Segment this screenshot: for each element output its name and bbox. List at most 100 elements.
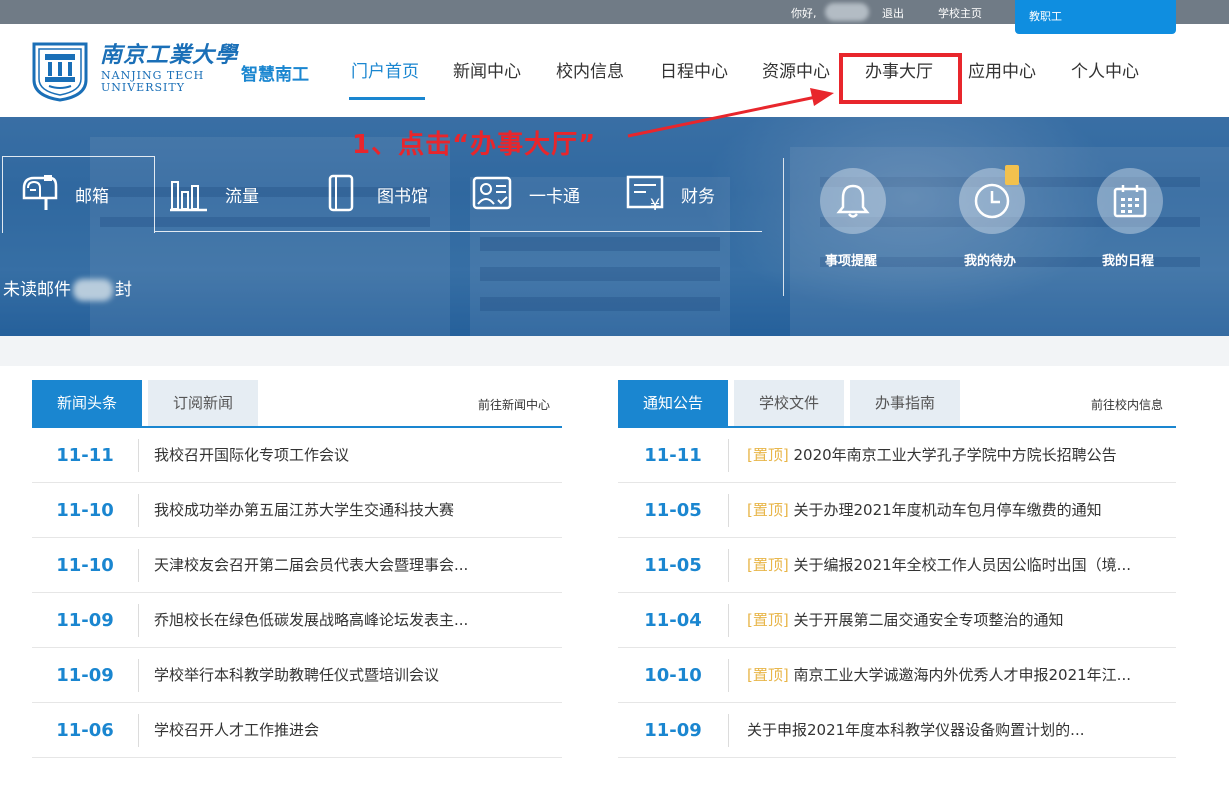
blurred-username bbox=[825, 3, 869, 21]
notice-row[interactable]: 11-05 [置顶] 关于办理2021年度机动车包月停车缴费的通知 bbox=[618, 483, 1176, 538]
logo-chinese-name[interactable]: 南京工業大學 bbox=[100, 37, 238, 69]
my-schedule-button[interactable] bbox=[1097, 168, 1163, 234]
banner bbox=[0, 117, 1229, 336]
news-date: 11-06 bbox=[56, 720, 114, 741]
blurred-mail-count bbox=[73, 279, 113, 301]
quick-traffic[interactable]: 流量 bbox=[167, 172, 277, 212]
nav-schedule-center[interactable]: 日程中心 bbox=[660, 57, 728, 101]
quick-campus-card-label: 一卡通 bbox=[529, 187, 580, 207]
school-home-link[interactable]: 学校主页 bbox=[938, 5, 982, 21]
notice-title[interactable]: [置顶] 2020年南京工业大学孔子学院中方院长招聘公告 bbox=[747, 428, 1172, 483]
reminders-label: 事项提醒 bbox=[825, 254, 878, 269]
news-date: 11-10 bbox=[56, 500, 114, 521]
bell-icon bbox=[836, 184, 870, 218]
notice-row[interactable]: 11-04 [置顶] 关于开展第二届交通安全专项整治的通知 bbox=[618, 593, 1176, 648]
go-campus-info-link[interactable]: 前往校内信息 bbox=[1091, 396, 1163, 413]
nav-campus-info[interactable]: 校内信息 bbox=[556, 57, 624, 101]
news-title[interactable]: 学校举行本科教学助教聘任仪式暨培训会议 bbox=[154, 648, 554, 703]
news-row[interactable]: 11-09 学校举行本科教学助教聘任仪式暨培训会议 bbox=[32, 648, 562, 703]
notice-title[interactable]: [置顶] 关于办理2021年度机动车包月停车缴费的通知 bbox=[747, 483, 1172, 538]
svg-text:¥: ¥ bbox=[650, 195, 660, 214]
my-todo-label: 我的待办 bbox=[964, 254, 1017, 269]
quick-campus-card[interactable]: 一卡通 bbox=[472, 172, 592, 212]
notice-title[interactable]: 关于申报2021年度本科教学仪器设备购置计划的... bbox=[747, 703, 1172, 758]
nav-personal-center[interactable]: 个人中心 bbox=[1071, 57, 1139, 101]
reminders-button[interactable] bbox=[820, 168, 886, 234]
my-schedule-label: 我的日程 bbox=[1102, 254, 1155, 269]
quick-library-label: 图书馆 bbox=[377, 187, 428, 207]
mailbox-icon bbox=[22, 175, 58, 210]
notice-row[interactable]: 10-10 [置顶] 南京工业大学诚邀海内外优秀人才申报2021年江... bbox=[618, 648, 1176, 703]
unread-mail-prefix: 未读邮件 bbox=[3, 280, 71, 300]
unread-mail-suffix: 封 bbox=[115, 280, 132, 300]
news-row[interactable]: 11-11 我校召开国际化专项工作会议 bbox=[32, 428, 562, 483]
finance-icon: ¥ bbox=[626, 175, 664, 214]
notice-row[interactable]: 11-05 [置顶] 关于编报2021年全校工作人员因公临时出国（境... bbox=[618, 538, 1176, 593]
news-date: 11-10 bbox=[56, 555, 114, 576]
tab-service-guide[interactable]: 办事指南 bbox=[850, 380, 960, 426]
quick-finance-label: 财务 bbox=[681, 187, 715, 207]
quick-traffic-label: 流量 bbox=[225, 187, 259, 207]
notice-row[interactable]: 11-09 关于申报2021年度本科教学仪器设备购置计划的... bbox=[618, 703, 1176, 758]
notice-date: 11-09 bbox=[644, 720, 702, 741]
university-emblem-icon[interactable] bbox=[31, 40, 89, 102]
notice-title[interactable]: [置顶] 南京工业大学诚邀海内外优秀人才申报2021年江... bbox=[747, 648, 1172, 703]
clock-icon bbox=[974, 183, 1010, 219]
news-title[interactable]: 天津校友会召开第二届会员代表大会暨理事会... bbox=[154, 538, 554, 593]
unread-mail-count[interactable]: 未读邮件 封 bbox=[3, 275, 132, 301]
quick-divider-line bbox=[155, 231, 762, 232]
news-date: 11-11 bbox=[56, 445, 114, 466]
quick-library[interactable]: 图书馆 bbox=[326, 172, 446, 212]
pinned-tag: [置顶] bbox=[747, 556, 789, 574]
notice-date: 10-10 bbox=[644, 665, 702, 686]
tab-notices[interactable]: 通知公告 bbox=[618, 380, 728, 426]
quick-mailbox[interactable]: 邮箱 bbox=[18, 172, 138, 212]
notice-date: 11-05 bbox=[644, 555, 702, 576]
go-news-center-link[interactable]: 前往新闻中心 bbox=[478, 396, 550, 413]
role-tab-staff[interactable]: 教职工 bbox=[1015, 0, 1176, 34]
greeting-text: 你好, bbox=[791, 7, 817, 20]
quick-mailbox-label: 邮箱 bbox=[75, 187, 109, 207]
book-icon bbox=[328, 174, 354, 212]
notice-row[interactable]: 11-11 [置顶] 2020年南京工业大学孔子学院中方院长招聘公告 bbox=[618, 428, 1176, 483]
service-hall-highlight-box bbox=[839, 53, 962, 104]
logout-link[interactable]: 退出 bbox=[882, 5, 904, 21]
brand-title: 智慧南工 bbox=[241, 65, 309, 85]
section-gap bbox=[0, 336, 1229, 366]
nav-news-center[interactable]: 新闻中心 bbox=[453, 57, 521, 101]
notice-title[interactable]: [置顶] 关于编报2021年全校工作人员因公临时出国（境... bbox=[747, 538, 1172, 593]
notice-title[interactable]: [置顶] 关于开展第二届交通安全专项整治的通知 bbox=[747, 593, 1172, 648]
pinned-tag: [置顶] bbox=[747, 611, 789, 629]
news-title[interactable]: 我校召开国际化专项工作会议 bbox=[154, 428, 554, 483]
nav-app-center[interactable]: 应用中心 bbox=[968, 57, 1036, 101]
news-title[interactable]: 我校成功举办第五届江苏大学生交通科技大赛 bbox=[154, 483, 554, 538]
todo-badge bbox=[1005, 165, 1019, 185]
news-row[interactable]: 11-09 乔旭校长在绿色低碳发展战略高峰论坛发表主... bbox=[32, 593, 562, 648]
instruction-annotation: 1、点击“办事大厅” bbox=[352, 130, 597, 160]
news-title[interactable]: 乔旭校长在绿色低碳发展战略高峰论坛发表主... bbox=[154, 593, 554, 648]
news-tabbar: 新闻头条 订阅新闻 前往新闻中心 bbox=[32, 380, 562, 428]
nav-resource-center[interactable]: 资源中心 bbox=[762, 57, 830, 101]
news-row[interactable]: 11-10 天津校友会召开第二届会员代表大会暨理事会... bbox=[32, 538, 562, 593]
nav-portal-home[interactable]: 门户首页 bbox=[349, 57, 425, 101]
notice-date: 11-11 bbox=[644, 445, 702, 466]
logo-english-line2: UNIVERSITY bbox=[101, 81, 185, 94]
news-row[interactable]: 11-10 我校成功举办第五届江苏大学生交通科技大赛 bbox=[32, 483, 562, 538]
tab-school-documents[interactable]: 学校文件 bbox=[734, 380, 844, 426]
tab-subscribed-news[interactable]: 订阅新闻 bbox=[148, 380, 258, 426]
notice-date: 11-05 bbox=[644, 500, 702, 521]
news-date: 11-09 bbox=[56, 665, 114, 686]
quick-finance[interactable]: ¥ 财务 bbox=[626, 172, 736, 214]
news-date: 11-09 bbox=[56, 610, 114, 631]
news-title[interactable]: 学校召开人才工作推进会 bbox=[154, 703, 554, 758]
pinned-tag: [置顶] bbox=[747, 501, 789, 519]
notice-date: 11-04 bbox=[644, 610, 702, 631]
news-row[interactable]: 11-06 学校召开人才工作推进会 bbox=[32, 703, 562, 758]
notice-tabbar: 通知公告 学校文件 办事指南 前往校内信息 bbox=[618, 380, 1176, 428]
tab-headlines[interactable]: 新闻头条 bbox=[32, 380, 142, 426]
pinned-tag: [置顶] bbox=[747, 446, 789, 464]
bar-chart-icon bbox=[170, 181, 207, 212]
role-tab-label: 教职工 bbox=[1029, 10, 1062, 23]
header: 南京工業大學 NANJING TECH UNIVERSITY 智慧南工 门户首页… bbox=[0, 24, 1229, 117]
banner-vertical-divider bbox=[783, 158, 784, 296]
